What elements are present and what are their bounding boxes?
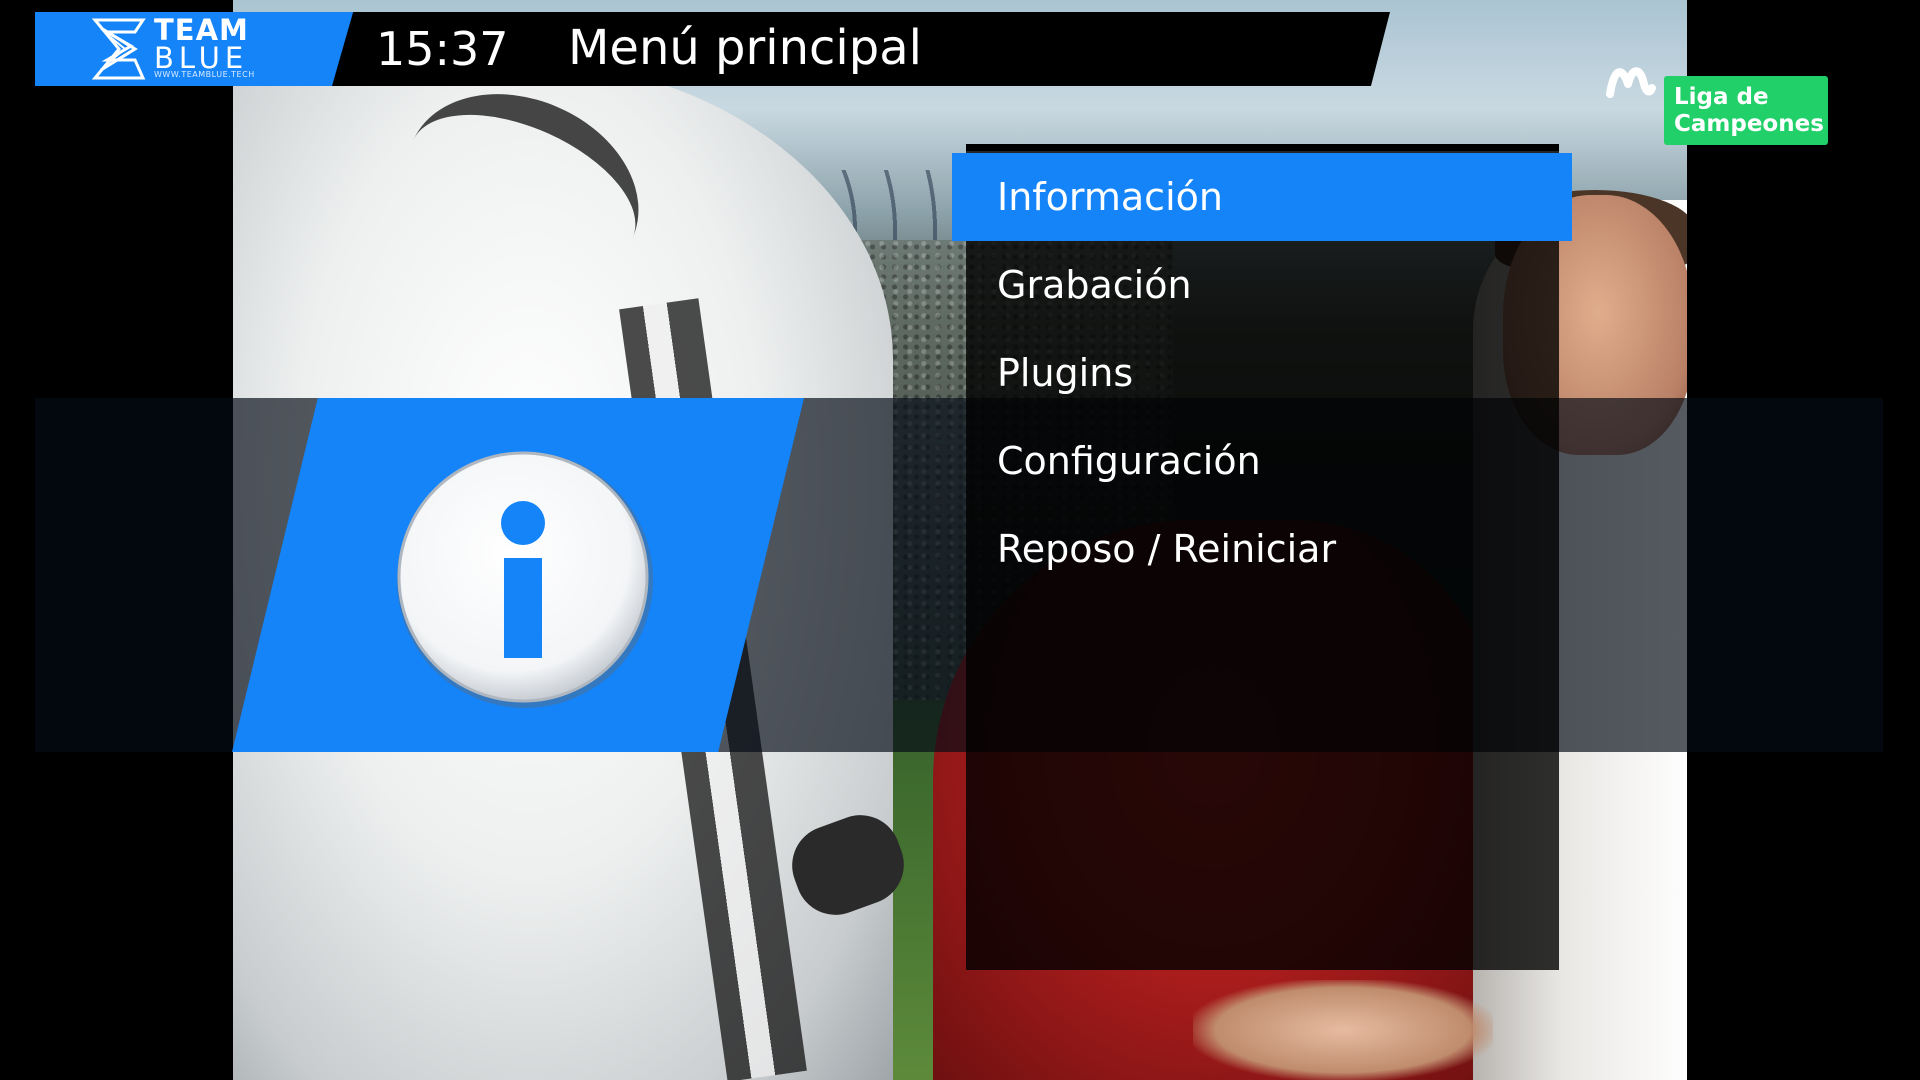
brand-url: WWW.TEAMBLUE.TECH: [154, 70, 255, 79]
brand-name: TEAM BLUE: [154, 13, 249, 75]
menu-item-informacion[interactable]: Información: [952, 153, 1572, 241]
top-bar: TEAM BLUE WWW.TEAMBLUE.TECH 15:37 Menú p…: [0, 0, 1920, 100]
menu-item-plugins[interactable]: Plugins: [952, 329, 1572, 417]
menu-item-configuracion[interactable]: Configuración: [952, 417, 1572, 505]
clock: 15:37: [376, 22, 509, 76]
tv-screen: Liga de Campeones Información Grabación …: [0, 0, 1920, 1080]
main-menu-list: Información Grabación Plugins Configurac…: [952, 153, 1572, 593]
brand-name-line1: TEAM: [154, 13, 249, 47]
menu-item-grabacion[interactable]: Grabación: [952, 241, 1572, 329]
brand-name-line2: BLUE: [154, 41, 249, 75]
page-title: Menú principal: [568, 20, 922, 76]
channel-badge-line2: Campeones: [1674, 111, 1824, 137]
brand-panel: TEAM BLUE WWW.TEAMBLUE.TECH: [35, 12, 355, 86]
handshake: [1193, 980, 1493, 1080]
menu-item-reposo-reiniciar[interactable]: Reposo / Reiniciar: [952, 505, 1572, 593]
info-icon: [397, 451, 653, 708]
